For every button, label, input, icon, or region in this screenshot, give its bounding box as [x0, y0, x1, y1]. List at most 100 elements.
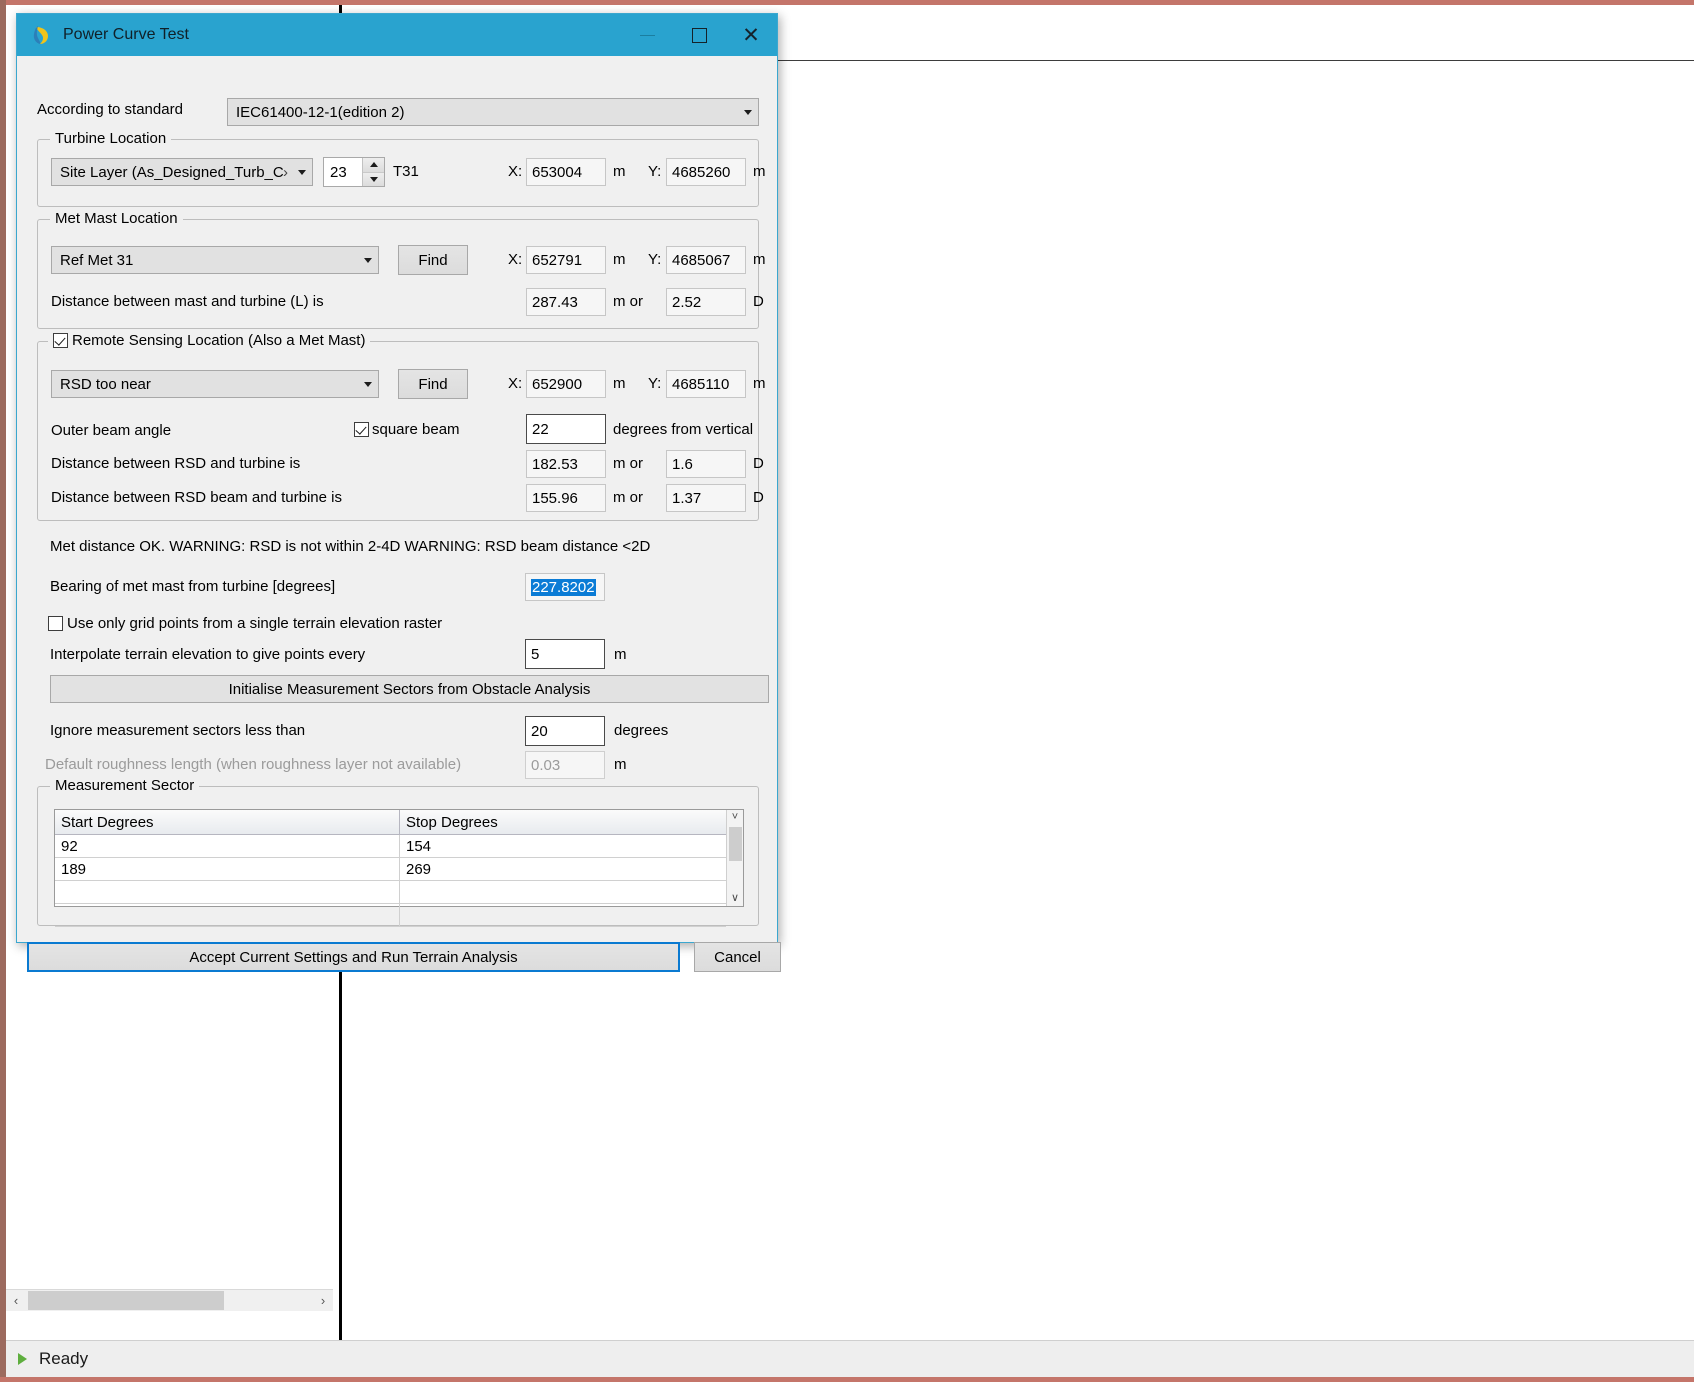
table-row[interactable] — [55, 881, 726, 904]
application-canvas: B1 B2 B3 B4 B5 Trees1 Trees2 Forest 348 … — [6, 5, 1694, 1345]
rsd-find-button[interactable]: Find — [398, 369, 468, 399]
ignore-sectors-field[interactable]: 20 — [525, 716, 605, 746]
chevron-down-icon — [744, 109, 752, 115]
table-row[interactable] — [55, 904, 726, 927]
turbine-index-spinner[interactable]: 23 — [323, 157, 385, 187]
rsd-x-label: X: — [508, 375, 523, 392]
spinner-up-button[interactable] — [363, 158, 384, 173]
mast-distance-d-value: 2.52 — [672, 293, 702, 311]
cell-stop-degrees[interactable]: 154 — [400, 835, 726, 858]
scroll-right-icon[interactable]: › — [313, 1291, 333, 1311]
cell-start-degrees[interactable] — [55, 904, 400, 927]
scrollbar-track[interactable] — [26, 1290, 313, 1312]
rsd-turbine-distance-label: Distance between RSD and turbine is — [51, 455, 301, 472]
table-row[interactable]: 92 154 — [55, 835, 726, 858]
cell-start-degrees[interactable]: 92 — [55, 835, 400, 858]
rsd-y-value: 4685110 — [672, 375, 730, 393]
cancel-button[interactable]: Cancel — [694, 942, 781, 972]
met-mast-value: Ref Met 31 — [60, 251, 134, 269]
table-row[interactable]: 189 269 — [55, 858, 726, 881]
cell-stop-degrees[interactable] — [400, 881, 726, 904]
mast-distance-m-field[interactable]: 287.43 — [526, 288, 606, 316]
interpolate-value: 5 — [531, 645, 540, 663]
turbine-layer-value: Site Layer (As_Designed_Turb_Coords_2 — [60, 163, 283, 181]
scrollbar-thumb[interactable] — [28, 1290, 224, 1310]
met-mast-combobox[interactable]: Ref Met 31 — [51, 246, 379, 274]
turbine-location-title: Turbine Location — [50, 130, 172, 147]
left-panel-horizontal-scrollbar[interactable]: ‹ › — [6, 1289, 333, 1311]
dialog-titlebar[interactable]: Power Curve Test ✕ — [17, 14, 777, 56]
default-roughness-label: Default roughness length (when roughness… — [45, 756, 462, 773]
status-text: Ready — [39, 1349, 89, 1368]
caret-up-icon — [369, 162, 378, 168]
turbine-name-label: T31 — [393, 163, 419, 180]
remote-sensing-checkbox[interactable] — [53, 333, 68, 348]
single-raster-checkbox[interactable] — [48, 616, 63, 631]
rsd-y-field[interactable]: 4685110 — [666, 370, 746, 398]
standard-combobox[interactable]: IEC61400-12-1(edition 2) — [227, 98, 759, 126]
bearing-field[interactable]: 227.8202 — [525, 573, 605, 601]
scroll-left-icon[interactable]: ‹ — [6, 1291, 26, 1311]
rsd-turbine-m-field[interactable]: 182.53 — [526, 450, 606, 478]
met-mast-x-value: 652791 — [532, 251, 583, 269]
minimize-button[interactable] — [621, 14, 673, 56]
square-beam-checkbox-row[interactable]: square beam — [354, 421, 460, 438]
bearing-label: Bearing of met mast from turbine [degree… — [50, 578, 336, 595]
bearing-value: 227.8202 — [531, 578, 596, 596]
remote-sensing-group: Remote Sensing Location (Also a Met Mast… — [37, 332, 766, 521]
turbine-y-value: 4685260 — [672, 163, 731, 181]
chevron-up-icon[interactable]: ˅ — [732, 810, 738, 825]
rsd-turbine-d-value: 1.6 — [672, 455, 693, 473]
maximize-button[interactable] — [673, 14, 725, 56]
rsd-combobox[interactable]: RSD too near — [51, 370, 379, 398]
mast-distance-d-field[interactable]: 2.52 — [666, 288, 746, 316]
measurement-sector-table[interactable]: Start Degrees Stop Degrees 92 154 189 26… — [54, 809, 744, 927]
warning-message: Met distance OK. WARNING: RSD is not wit… — [50, 538, 651, 555]
turbine-layer-combobox[interactable]: Site Layer (As_Designed_Turb_Coords_2 › — [51, 158, 313, 186]
chevron-down-icon[interactable]: ∨ — [731, 891, 739, 906]
cell-stop-degrees[interactable] — [400, 904, 726, 927]
met-mast-title: Met Mast Location — [50, 210, 183, 227]
rsd-beam-d-value: 1.37 — [672, 489, 702, 507]
beam-angle-field[interactable]: 22 — [526, 414, 606, 444]
spinner-buttons[interactable] — [362, 158, 384, 186]
standard-row: According to standard IEC61400-12-1(edit… — [37, 98, 759, 126]
cell-stop-degrees[interactable]: 269 — [400, 858, 726, 881]
ignore-sectors-value: 20 — [531, 722, 548, 740]
standard-value: IEC61400-12-1(edition 2) — [236, 103, 405, 121]
initialise-sectors-button[interactable]: Initialise Measurement Sectors from Obst… — [50, 675, 769, 703]
cell-start-degrees[interactable]: 189 — [55, 858, 400, 881]
rsd-beam-or-label: m or — [613, 489, 643, 506]
column-header-start-degrees[interactable]: Start Degrees — [55, 810, 400, 835]
table-vertical-scrollbar[interactable]: ˅ ∨ — [726, 810, 743, 906]
spinner-down-button[interactable] — [363, 172, 384, 186]
met-mast-x-field[interactable]: 652791 — [526, 246, 606, 274]
ignore-sectors-unit: degrees — [614, 722, 669, 739]
column-header-stop-degrees[interactable]: Stop Degrees — [400, 810, 726, 835]
turbine-x-label: X: — [508, 163, 523, 180]
turbine-x-field[interactable]: 653004 — [526, 158, 606, 186]
rsd-y-label: Y: — [648, 375, 662, 392]
met-mast-y-field[interactable]: 4685067 — [666, 246, 746, 274]
rsd-beam-d-field[interactable]: 1.37 — [666, 484, 746, 512]
cell-start-degrees[interactable] — [55, 881, 400, 904]
scrollbar-thumb[interactable] — [729, 827, 742, 861]
measurement-sector-group: Measurement Sector Start Degrees Stop De… — [37, 777, 759, 927]
rsd-turbine-or-label: m or — [613, 455, 643, 472]
turbine-y-field[interactable]: 4685260 — [666, 158, 746, 186]
rsd-beam-m-field[interactable]: 155.96 — [526, 484, 606, 512]
standard-label: According to standard — [37, 101, 183, 118]
accept-settings-button[interactable]: Accept Current Settings and Run Terrain … — [27, 942, 680, 972]
rsd-turbine-d-field[interactable]: 1.6 — [666, 450, 746, 478]
interpolate-field[interactable]: 5 — [525, 639, 605, 669]
met-mast-find-button[interactable]: Find — [398, 245, 468, 275]
single-raster-checkbox-row[interactable]: Use only grid points from a single terra… — [48, 615, 442, 632]
close-button[interactable]: ✕ — [725, 14, 777, 56]
rsd-beam-d-unit: D — [753, 489, 764, 506]
rsd-x-field[interactable]: 652900 — [526, 370, 606, 398]
turbine-location-group: Turbine Location Site Layer (As_Designed… — [37, 130, 766, 207]
measurement-sector-title: Measurement Sector — [50, 777, 200, 794]
remote-sensing-title[interactable]: Remote Sensing Location (Also a Met Mast… — [48, 332, 371, 349]
window-border-bottom — [0, 1377, 1694, 1382]
square-beam-checkbox[interactable] — [354, 422, 369, 437]
